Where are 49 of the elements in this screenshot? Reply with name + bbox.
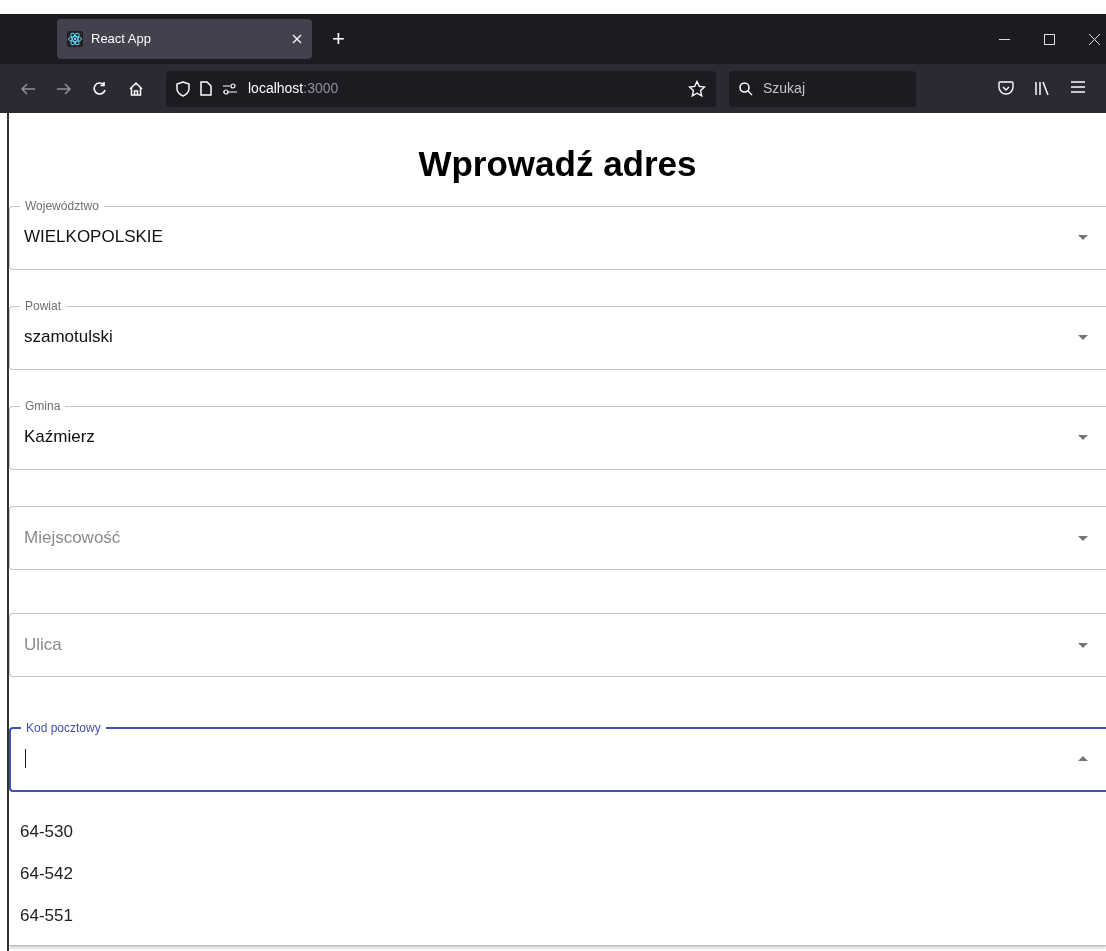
field-label: Gmina — [24, 399, 62, 413]
text-cursor — [25, 749, 26, 768]
pocket-icon[interactable] — [998, 81, 1014, 96]
select-field[interactable]: Miejscowość — [9, 506, 1106, 570]
select-field[interactable]: Kod pocztowy — [9, 721, 1106, 792]
search-box[interactable]: Szukaj — [729, 70, 916, 107]
dropdown-option[interactable]: 64-530 — [9, 811, 1106, 853]
bookmark-star-icon[interactable] — [688, 79, 706, 98]
caret-icon[interactable] — [1078, 642, 1088, 648]
select-field[interactable]: Ulica — [9, 613, 1106, 677]
shield-icon — [176, 80, 190, 97]
select-input[interactable]: Kaźmierz — [24, 424, 1078, 450]
library-icon[interactable] — [1034, 81, 1050, 96]
caret-icon[interactable] — [1078, 334, 1088, 340]
search-field[interactable]: Szukaj — [761, 77, 891, 100]
select-input[interactable]: Ulica — [24, 632, 1078, 658]
forward-icon[interactable] — [56, 81, 72, 96]
caret-icon[interactable] — [1078, 234, 1088, 240]
dropdown-option[interactable]: 64-542 — [9, 853, 1106, 895]
tab-title: React App — [91, 30, 152, 49]
address-bar[interactable]: localhost:3000 — [166, 70, 716, 107]
react-logo-icon — [67, 31, 83, 47]
field-label: Powiat — [24, 299, 63, 313]
field-label: Kod pocztowy — [25, 721, 102, 735]
search-icon — [739, 81, 753, 96]
select-field[interactable]: Gmina Kaźmierz — [9, 399, 1106, 470]
select-input[interactable]: Miejscowość — [24, 525, 1078, 551]
new-tab-button[interactable]: + — [326, 28, 351, 50]
select-field[interactable]: Województwo WIELKOPOLSKIE — [9, 199, 1106, 270]
close-tab-icon[interactable] — [292, 34, 302, 44]
url-text: localhost:3000 — [248, 79, 339, 98]
close-window-icon[interactable] — [1089, 33, 1100, 45]
home-icon[interactable] — [128, 80, 144, 97]
maximize-icon[interactable] — [1044, 33, 1055, 45]
reload-icon[interactable] — [92, 80, 108, 97]
browser-tab[interactable]: React App — [57, 19, 312, 59]
caret-icon[interactable] — [1078, 434, 1088, 440]
page-heading: Wprowadź adres — [417, 143, 698, 185]
dropdown-option[interactable]: 64-551 — [9, 895, 1106, 937]
select-input[interactable]: WIELKOPOLSKIE — [24, 224, 1078, 250]
menu-icon[interactable] — [1071, 81, 1085, 93]
page-icon — [200, 81, 212, 96]
select-field[interactable]: Powiat szamotulski — [9, 299, 1106, 370]
caret-icon[interactable] — [1078, 756, 1088, 761]
caret-icon[interactable] — [1078, 535, 1088, 541]
permissions-icon — [222, 82, 238, 95]
back-icon[interactable] — [20, 81, 36, 96]
select-input[interactable]: szamotulski — [24, 324, 1078, 350]
field-label: Województwo — [24, 199, 100, 213]
